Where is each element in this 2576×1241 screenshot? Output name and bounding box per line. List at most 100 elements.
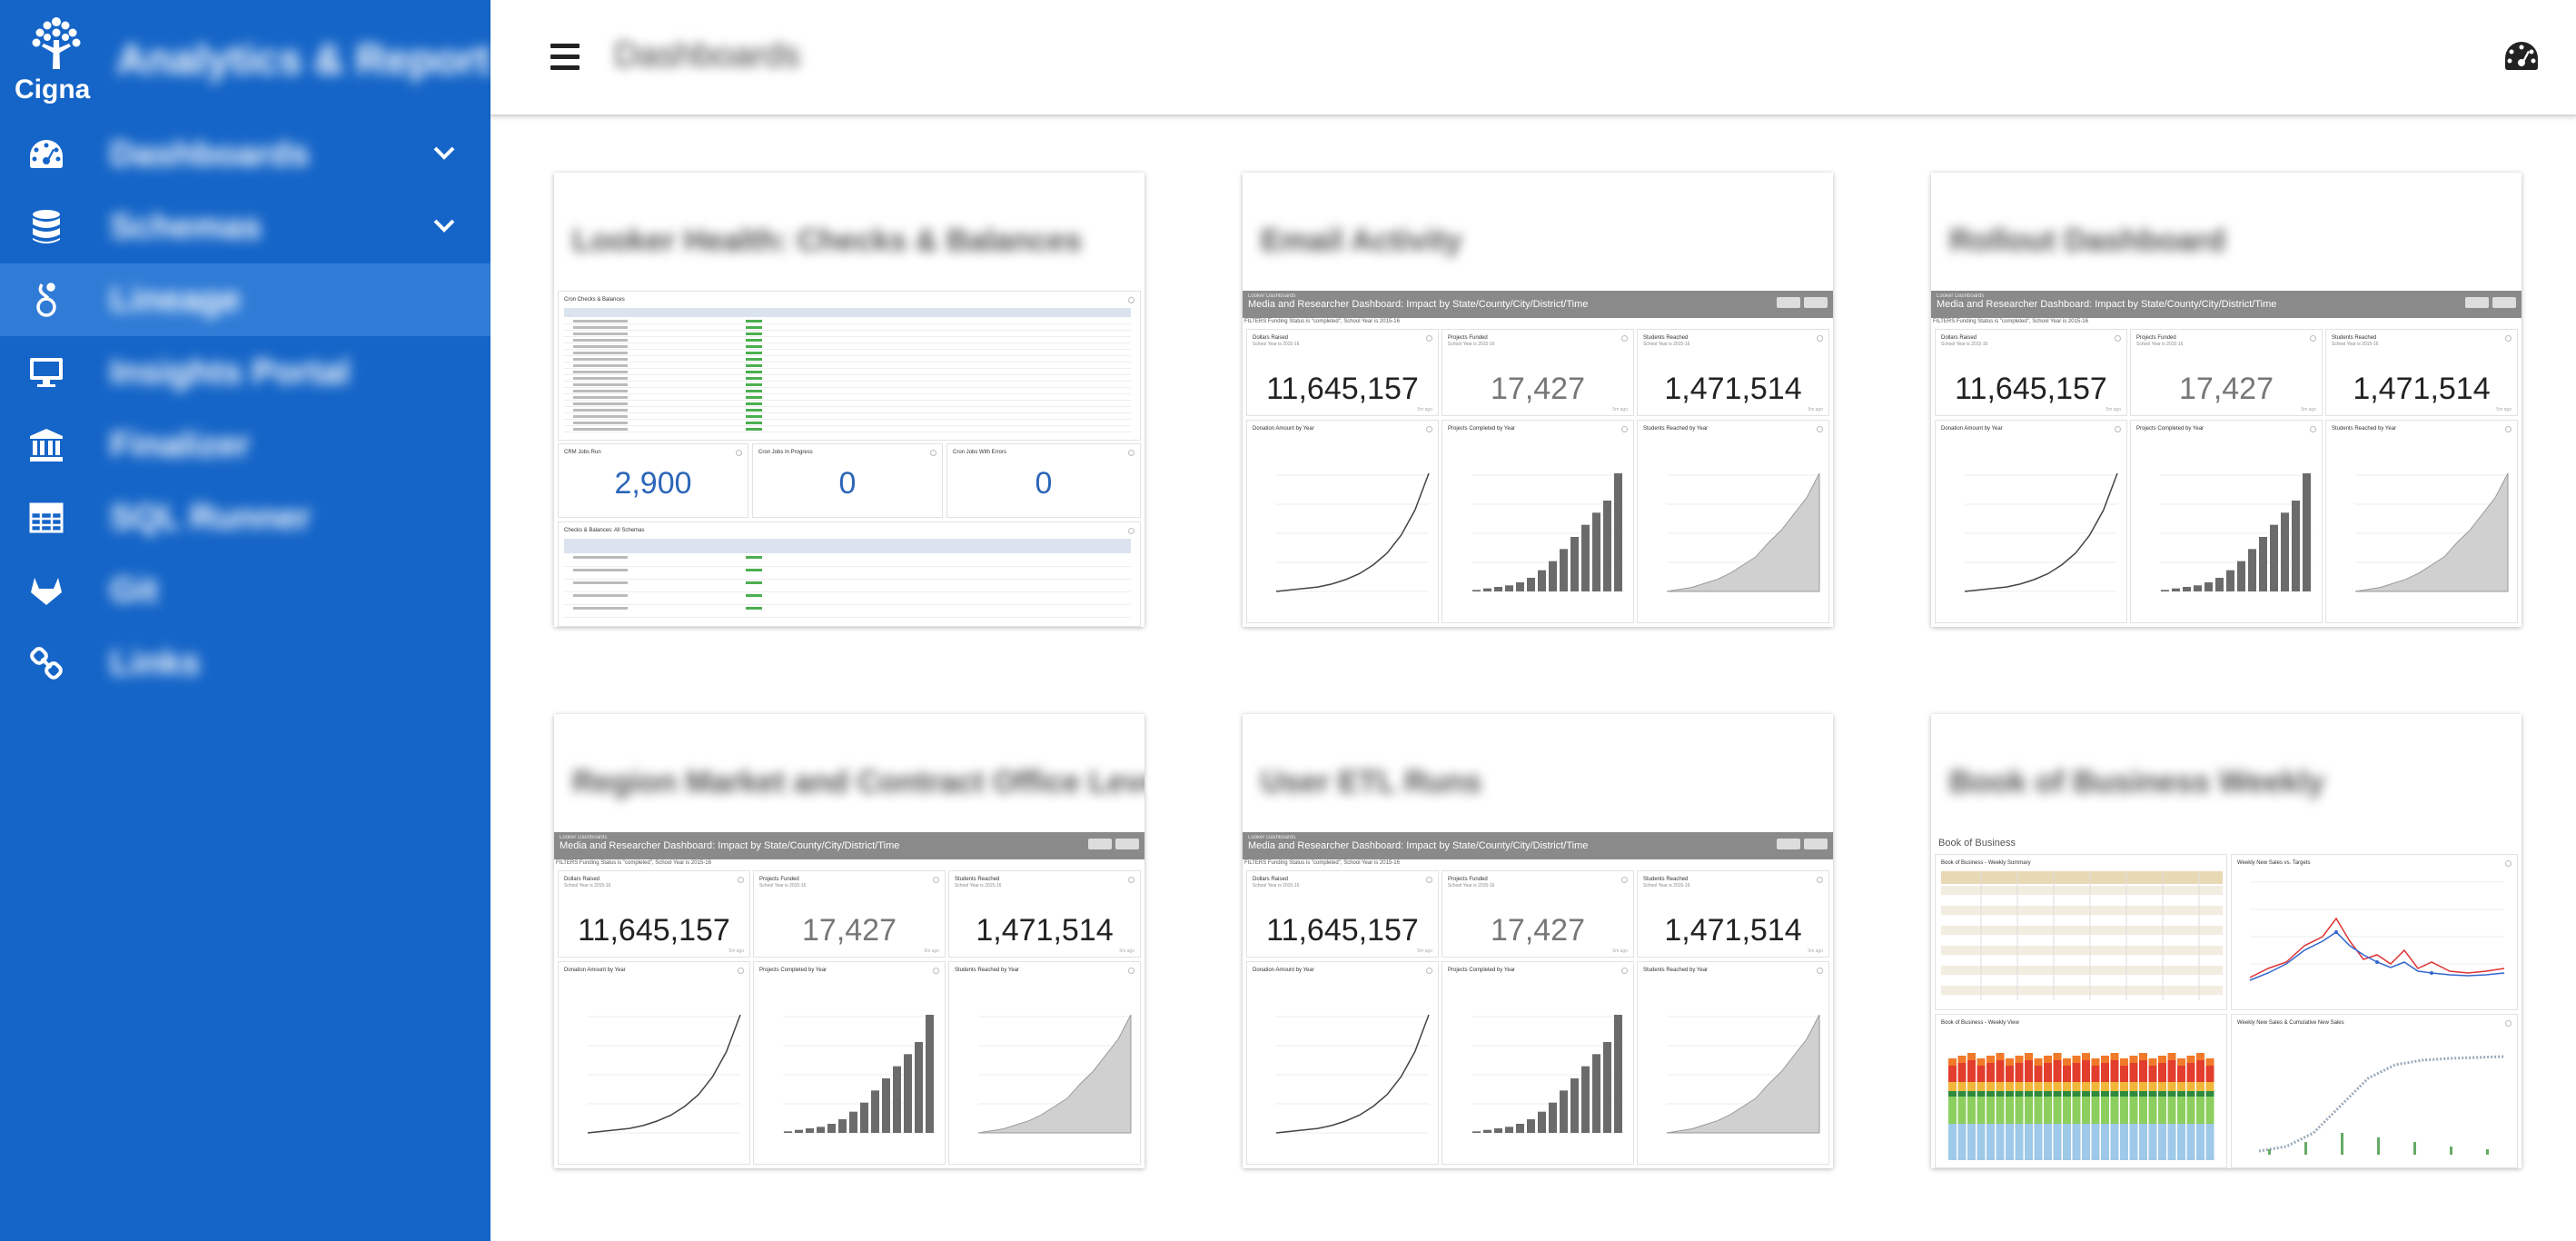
bob-summary-tile: Book of Business - Weekly Summary <box>1935 854 2227 1010</box>
stacked-segment <box>1967 1053 1976 1060</box>
dashboard-card[interactable]: Region Market and Contract Office Level … <box>554 714 1144 1168</box>
dashboard-card[interactable]: Book of Business Weekly Book of Business… <box>1931 714 2522 1168</box>
tile-menu-icon[interactable] <box>1621 335 1628 342</box>
preview-header-buttons[interactable] <box>1777 297 1828 308</box>
gear-icon[interactable] <box>1804 839 1828 849</box>
tile-menu-icon[interactable] <box>738 877 744 883</box>
tile-menu-icon[interactable] <box>2505 335 2512 342</box>
run-button[interactable] <box>2465 297 2489 308</box>
stacked-segment <box>2186 1097 2195 1124</box>
tile-menu-icon[interactable] <box>1128 297 1134 303</box>
tile-menu-icon[interactable] <box>2115 335 2121 342</box>
dollars-raised-tile: Dollars Raised School Year is 2015-16 11… <box>1935 329 2127 416</box>
stacked-segment <box>2186 1082 2195 1091</box>
tile-menu-icon[interactable] <box>1426 335 1432 342</box>
hamburger-menu-icon[interactable] <box>550 44 580 71</box>
tile-menu-icon[interactable] <box>930 450 936 456</box>
brand: Cigna Analytics & Reporting <box>0 0 490 118</box>
tile-menu-icon[interactable] <box>1621 877 1628 883</box>
tile-menu-icon[interactable] <box>933 877 939 883</box>
card-title: Rollout Dashboard <box>1949 223 2226 258</box>
dashboard-card[interactable]: Email Activity Looker Dashboards Media a… <box>1243 173 1833 627</box>
sidebar-item-dashboards[interactable]: Dashboards <box>0 118 490 191</box>
gear-icon[interactable] <box>1804 297 1828 308</box>
stacked-segment <box>2053 1053 2062 1060</box>
tile-menu-icon[interactable] <box>736 450 742 456</box>
jobs-in-progress-value: 0 <box>838 466 857 501</box>
tile-menu-icon[interactable] <box>1426 877 1432 883</box>
cigna-logo[interactable]: Cigna <box>15 9 96 109</box>
stacked-segment <box>2053 1060 2062 1082</box>
stacked-segment <box>2139 1082 2147 1091</box>
stacked-segment <box>1948 1066 1957 1082</box>
stacked-segment <box>1977 1097 1986 1124</box>
stacked-segment <box>2110 1097 2119 1124</box>
tile-title: Projects Funded <box>1448 335 1488 341</box>
new-sales-vs-targets-chart <box>2249 881 2505 981</box>
bar <box>1581 524 1590 591</box>
tile-title: CRM Jobs Run <box>564 450 601 455</box>
stacked-segment <box>2044 1097 2052 1124</box>
stacked-segment <box>2139 1091 2147 1097</box>
stacked-segment <box>2205 1066 2214 1082</box>
speedometer-icon[interactable] <box>2503 40 2540 73</box>
preview-header-buttons[interactable] <box>2465 297 2516 308</box>
sidebar-item-insights-portal[interactable]: Insights Portal <box>0 336 490 409</box>
sidebar-item-links[interactable]: Links <box>0 627 490 700</box>
gear-icon[interactable] <box>2492 297 2516 308</box>
stacked-segment <box>2186 1124 2195 1160</box>
stacked-segment <box>2186 1056 2195 1063</box>
preview-header-buttons[interactable] <box>1088 839 1139 849</box>
sidebar-item-lineage[interactable]: Lineage <box>0 263 490 336</box>
bar <box>2161 590 2169 591</box>
tile-menu-icon[interactable] <box>1817 335 1823 342</box>
card-title: User ETL Runs <box>1261 765 1482 799</box>
bar <box>1516 582 1524 591</box>
dashboard-card[interactable]: Looker Health: Checks & Balances Cron Ch… <box>554 173 1144 627</box>
stacked-segment <box>2044 1056 2052 1063</box>
stacked-segment <box>2006 1082 2014 1091</box>
run-button[interactable] <box>1777 839 1800 849</box>
tile-subtitle: School Year is 2015-16 <box>1448 883 1495 889</box>
sidebar-item-finalizer[interactable]: Finalizer <box>0 409 490 482</box>
students-reached-tile: Students Reached School Year is 2015-16 … <box>2325 329 2518 416</box>
sidebar-item-git[interactable]: Git <box>0 554 490 627</box>
tile-menu-icon[interactable] <box>1128 450 1134 456</box>
preview-header: Looker Dashboards Media and Researcher D… <box>1243 832 1833 859</box>
stacked-segment <box>2015 1097 2024 1124</box>
bar <box>827 1124 836 1133</box>
stacked-segment <box>1957 1091 1967 1097</box>
tile-menu-icon[interactable] <box>2310 335 2316 342</box>
sidebar-item-schemas[interactable]: Schemas <box>0 191 490 263</box>
run-button[interactable] <box>1088 839 1112 849</box>
donation-amount-tile: Donation Amount by Year <box>1246 961 1439 1165</box>
stacked-segment <box>2044 1124 2052 1160</box>
link-icon <box>24 640 69 686</box>
bob-targets-tile: Weekly New Sales vs. Targets <box>2231 854 2518 1010</box>
tile-footer: 5m ago <box>728 948 744 954</box>
run-button[interactable] <box>1777 297 1800 308</box>
dashboard-card[interactable]: User ETL Runs Looker Dashboards Media an… <box>1243 714 1833 1168</box>
jobs-in-progress-tile: Cron Jobs In Progress 0 <box>752 443 943 518</box>
gear-icon[interactable] <box>1115 839 1139 849</box>
dollars-raised-value: 11,645,157 <box>1955 372 2107 406</box>
stacked-segment <box>2082 1097 2090 1124</box>
stacked-segment <box>2101 1097 2109 1124</box>
sidebar-item-sql-runner[interactable]: SQL Runner <box>0 482 490 554</box>
bar <box>1516 1124 1524 1133</box>
preview-header-buttons[interactable] <box>1777 839 1828 849</box>
dashboard-card[interactable]: Rollout Dashboard Looker Dashboards Medi… <box>1931 173 2522 627</box>
bar <box>1483 588 1491 591</box>
sidebar-item-label: Dashboards <box>110 134 310 174</box>
chevron-down-icon[interactable] <box>432 216 456 234</box>
tile-menu-icon[interactable] <box>1128 877 1134 883</box>
stacked-segment <box>2196 1097 2204 1124</box>
tile-menu-icon[interactable] <box>1817 877 1823 883</box>
chevron-down-icon[interactable] <box>432 144 456 162</box>
tile-menu-icon[interactable] <box>1128 528 1134 534</box>
dollars-raised-tile: Dollars Raised School Year is 2015-16 11… <box>1246 870 1439 958</box>
stacked-segment <box>2006 1066 2014 1082</box>
stacked-segment <box>2120 1091 2128 1097</box>
jobs-run-tile: CRM Jobs Run 2,900 <box>558 443 748 518</box>
bar <box>1570 537 1579 591</box>
